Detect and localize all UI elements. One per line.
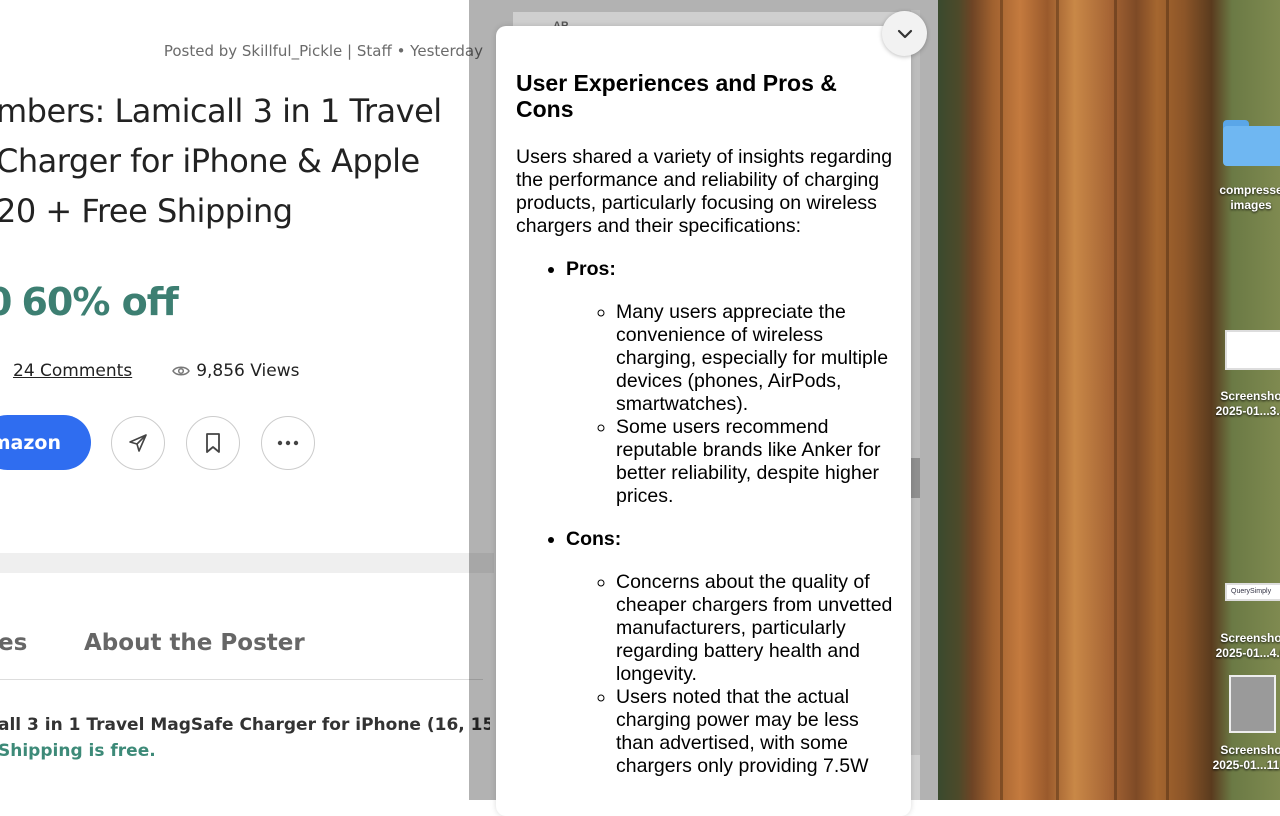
- deal-title: mbers: Lamicall 3 in 1 Travel Charger fo…: [0, 86, 476, 236]
- deal-title-line: mbers: Lamicall 3 in 1 Travel: [0, 92, 442, 130]
- screenshot-label-line: 2025-01...4.0: [1215, 646, 1280, 660]
- desktop-item-label[interactable]: Screensho 2025-01...3.4: [1191, 389, 1280, 419]
- folder-label-line: images: [1230, 198, 1272, 212]
- screenshot-label-line: Screensho: [1220, 389, 1280, 403]
- summary-card: User Experiences and Pros & Cons Users s…: [496, 26, 911, 816]
- pros-section: Pros: Many users appreciate the convenie…: [566, 258, 896, 508]
- shipping-note: Shipping is free.: [0, 741, 156, 761]
- eye-icon: [172, 366, 191, 376]
- send-icon: [129, 434, 147, 452]
- cons-section: Cons: Concerns about the quality of chea…: [566, 528, 896, 778]
- screenshot-thumbnail[interactable]: [1229, 675, 1276, 733]
- list-item: Users noted that the actual charging pow…: [616, 686, 896, 778]
- cons-label: Cons:: [566, 528, 622, 550]
- desktop-item-label[interactable]: compresse images: [1191, 183, 1280, 213]
- posted-by: Posted by Skillful_Pickle | Staff • Yest…: [163, 42, 483, 60]
- screenshot-thumbnail[interactable]: [1225, 330, 1280, 370]
- buy-at-amazon-button[interactable]: mazon: [0, 415, 91, 470]
- tab-details[interactable]: es: [0, 630, 27, 656]
- more-dots-icon: [277, 440, 299, 446]
- discount-percent: 60% off: [21, 280, 178, 324]
- screenshot-label-line: 2025-01...3.4: [1215, 404, 1280, 418]
- price-fragment: 0: [0, 280, 12, 324]
- list-item: Concerns about the quality of cheaper ch…: [616, 571, 896, 686]
- bark-texture: [1166, 0, 1169, 800]
- views-label: 9,856 Views: [196, 361, 300, 381]
- summary-content: User Experiences and Pros & Cons Users s…: [516, 70, 896, 798]
- desktop-item-label[interactable]: Screensho 2025-01...11.3: [1191, 743, 1280, 773]
- pros-label: Pros:: [566, 258, 616, 280]
- desktop-item-label[interactable]: Screensho 2025-01...4.0: [1191, 631, 1280, 661]
- tabs-divider: [0, 679, 483, 680]
- views-count: 9,856 Views: [172, 361, 299, 381]
- description-line: all 3 in 1 Travel MagSafe Charger for iP…: [0, 715, 490, 735]
- pros-cons-list: Pros: Many users appreciate the convenie…: [516, 258, 896, 778]
- bookmark-button[interactable]: [186, 416, 240, 470]
- pros-items: Many users appreciate the convenience of…: [566, 301, 896, 508]
- deal-description: all 3 in 1 Travel MagSafe Charger for iP…: [0, 712, 490, 764]
- folder-icon[interactable]: [1223, 120, 1280, 166]
- screenshot-label-line: Screensho: [1220, 631, 1280, 645]
- comments-link[interactable]: 24 Comments: [13, 361, 132, 381]
- screenshot-label-line: 2025-01...11.3: [1212, 758, 1280, 772]
- scrollbar-thumb[interactable]: [911, 458, 920, 498]
- section-divider-band: [0, 553, 494, 573]
- collapse-button[interactable]: [882, 11, 927, 56]
- share-button[interactable]: [111, 416, 165, 470]
- list-item: Some users recommend reputable brands li…: [616, 416, 896, 508]
- deal-meta: 24 Comments 9,856 Views: [0, 361, 299, 381]
- more-options-button[interactable]: [261, 416, 315, 470]
- bark-texture: [1000, 0, 1003, 800]
- bookmark-icon: [206, 433, 220, 453]
- list-item: Many users appreciate the convenience of…: [616, 301, 896, 416]
- summary-intro: Users shared a variety of insights regar…: [516, 146, 893, 237]
- deal-title-line: 20 + Free Shipping: [0, 192, 293, 230]
- thumbnail-text: QuerySimply: [1231, 588, 1272, 595]
- bark-texture: [1056, 0, 1059, 800]
- panel-scrollbar[interactable]: [911, 10, 920, 755]
- deal-title-line: Charger for iPhone & Apple: [0, 142, 420, 180]
- folder-label-line: compresse: [1219, 183, 1280, 197]
- desktop-wallpaper: compresse images Screensho 2025-01...3.4…: [938, 0, 1280, 800]
- chevron-down-icon: [897, 29, 912, 38]
- summary-heading: User Experiences and Pros & Cons: [516, 70, 837, 122]
- screenshot-thumbnail[interactable]: QuerySimply: [1225, 583, 1280, 601]
- discount-badge: 060% off: [0, 280, 179, 324]
- bark-texture: [1114, 0, 1117, 800]
- tab-about-poster[interactable]: About the Poster: [84, 630, 305, 656]
- screenshot-label-line: Screensho: [1220, 743, 1280, 757]
- cons-items: Concerns about the quality of cheaper ch…: [566, 571, 896, 778]
